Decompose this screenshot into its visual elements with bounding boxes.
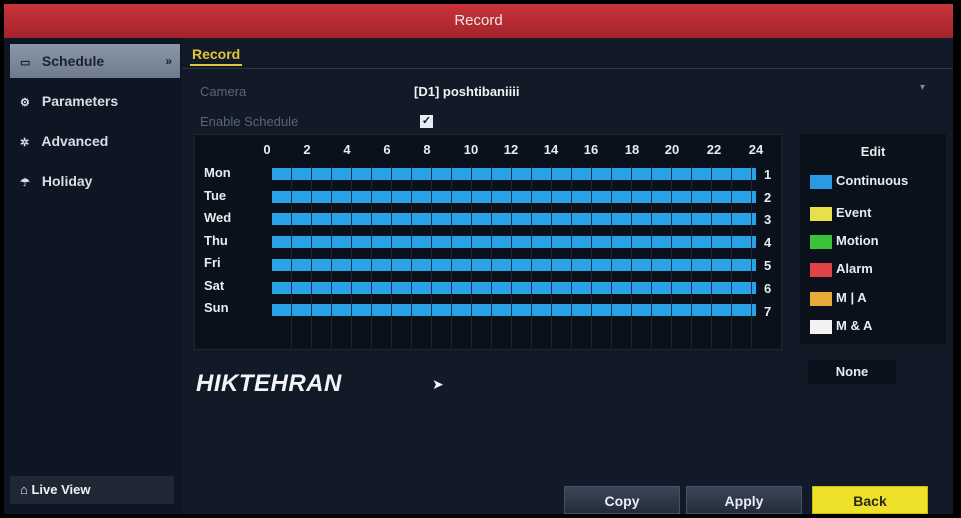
advanced-icon: ✲: [20, 137, 30, 149]
none-button[interactable]: None: [808, 360, 896, 384]
hour-label: 4: [343, 142, 351, 157]
row-number: 4: [764, 235, 772, 250]
legend-label: M | A: [836, 290, 867, 305]
main-panel: Record Camera [D1] poshtibaniiii ▾ Enabl…: [182, 38, 953, 514]
holiday-icon: ☂: [20, 177, 30, 189]
schedule-row-mon[interactable]: [272, 168, 756, 180]
live-view-label: Live View: [31, 482, 91, 497]
edit-title: Edit: [860, 144, 886, 159]
legend-label: M & A: [836, 318, 873, 333]
enable-schedule-checkbox[interactable]: ✓: [420, 115, 433, 128]
row-number: 1: [764, 167, 772, 182]
hour-label: 22: [706, 142, 722, 157]
row-number: 6: [764, 281, 772, 296]
record-window: Record ▭ Schedule » ⚙ Parameters ✲ Advan…: [4, 4, 953, 514]
parameters-icon: ⚙: [20, 97, 30, 109]
m-or-a-swatch: [810, 291, 832, 306]
sidebar: ▭ Schedule » ⚙ Parameters ✲ Advanced ☂ H…: [4, 38, 182, 514]
sidebar-item-advanced[interactable]: ✲ Advanced: [10, 124, 180, 158]
day-label-tue: Tue: [204, 188, 227, 203]
camera-label: Camera: [200, 84, 247, 99]
hour-label: 10: [463, 142, 479, 157]
legend-label: Alarm: [836, 261, 873, 276]
legend-m-and-a[interactable]: M & A: [810, 317, 872, 335]
schedule-row-sun[interactable]: [272, 304, 756, 316]
hour-label: 16: [583, 142, 599, 157]
sidebar-item-label: Parameters: [41, 93, 119, 109]
row-number: 2: [764, 190, 772, 205]
apply-button[interactable]: Apply: [686, 486, 802, 514]
hour-label: 14: [543, 142, 559, 157]
hour-label: 2: [303, 142, 311, 157]
live-view-button[interactable]: ⌂ Live View: [10, 476, 174, 504]
camera-select[interactable]: [D1] poshtibaniiii: [414, 84, 519, 99]
schedule-row-sat[interactable]: [272, 282, 756, 294]
hour-label: 8: [423, 142, 431, 157]
tab-record[interactable]: Record: [190, 46, 243, 66]
schedule-row-fri[interactable]: [272, 259, 756, 271]
alarm-swatch: [810, 262, 832, 277]
hour-label: 12: [503, 142, 519, 157]
schedule-row-wed[interactable]: [272, 213, 756, 225]
chevron-down-icon[interactable]: ▾: [920, 82, 925, 93]
sidebar-item-schedule[interactable]: ▭ Schedule »: [10, 44, 180, 78]
legend-label: Motion: [836, 233, 879, 248]
legend-label: Continuous: [836, 173, 909, 188]
back-button[interactable]: Back: [812, 486, 928, 514]
hour-label: 6: [383, 142, 391, 157]
schedule-row-thu[interactable]: [272, 236, 756, 248]
legend-label: Event: [836, 205, 872, 220]
window-title: Record: [4, 4, 953, 38]
enable-schedule-label: Enable Schedule: [200, 114, 299, 129]
legend-motion[interactable]: Motion: [810, 232, 879, 250]
copy-button[interactable]: Copy: [564, 486, 680, 514]
sidebar-item-label: Holiday: [41, 173, 93, 189]
event-swatch: [810, 206, 832, 221]
motion-swatch: [810, 234, 832, 249]
hour-label: 0: [263, 142, 271, 157]
day-label-thu: Thu: [204, 233, 228, 248]
hour-label: 20: [664, 142, 680, 157]
day-label-sat: Sat: [204, 278, 225, 293]
row-number: 5: [764, 258, 772, 273]
sidebar-item-label: Schedule: [41, 53, 105, 69]
schedule-row-tue[interactable]: [272, 191, 756, 203]
day-label-mon: Mon: [204, 165, 231, 180]
home-icon: ⌂: [20, 482, 28, 497]
mouse-cursor-icon: ➤: [432, 376, 444, 392]
schedule-icon: ▭: [20, 57, 31, 69]
hour-label: 24: [748, 142, 764, 157]
row-number: 3: [764, 212, 772, 227]
day-label-wed: Wed: [204, 210, 232, 225]
row-number: 7: [764, 304, 772, 319]
legend-continuous[interactable]: Continuous: [810, 172, 908, 190]
tab-divider: [182, 68, 953, 69]
legend-alarm[interactable]: Alarm: [810, 260, 873, 278]
watermark-text: HIKTEHRAN: [196, 370, 342, 397]
legend-event[interactable]: Event: [810, 204, 871, 222]
legend-m-or-a[interactable]: M | A: [810, 289, 867, 307]
m-and-a-swatch: [810, 319, 832, 334]
day-label-fri: Fri: [204, 255, 221, 270]
chevron-right-icon: »: [165, 54, 172, 68]
edit-panel: Edit Continuous Event Motion Alarm M | A…: [800, 134, 946, 344]
sidebar-item-label: Advanced: [41, 133, 109, 149]
sidebar-item-holiday[interactable]: ☂ Holiday: [10, 164, 180, 198]
continuous-swatch: [810, 174, 832, 189]
hour-label: 18: [624, 142, 640, 157]
day-label-sun: Sun: [204, 300, 229, 315]
sidebar-item-parameters[interactable]: ⚙ Parameters: [10, 84, 180, 118]
